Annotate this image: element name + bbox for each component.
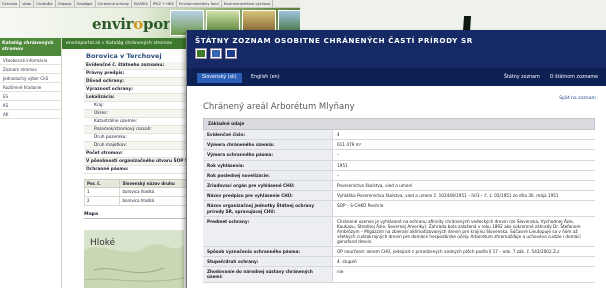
top-link[interactable]: EIA/SEA [132, 0, 151, 7]
top-link[interactable]: Environmentálna výchova [222, 0, 274, 7]
top-link[interactable]: Ovzdušie [34, 0, 56, 7]
info-value: 611 479 m² [337, 142, 362, 148]
property-label: Kraj: [94, 103, 104, 108]
property-label: Druh majetkov: [94, 143, 127, 148]
location-map[interactable]: Hloké [84, 230, 184, 288]
sop-header: ŠTÁTNY ZOZNAM OSOBITNE CHRÁNENÝCH ČASTÍ … [187, 30, 606, 68]
property-label: Výraznosť ochrany: [86, 87, 133, 92]
property-label: Počet stromov: [86, 151, 123, 156]
ministry-logo-icon[interactable] [210, 48, 222, 59]
info-value: Vyhláška Povereníctva školstva, vied a u… [337, 193, 559, 199]
page-title: ŠTÁTNY ZOZNAM OSOBITNE CHRÁNENÝCH ČASTÍ … [195, 36, 473, 45]
info-label: Evidenčné číslo: [203, 130, 333, 140]
info-label: Predmet ochrany: [203, 216, 333, 246]
info-label: Rok vyhlásenia: [203, 160, 333, 170]
info-value: Povereníctvo školstva, vied a umení [337, 183, 413, 189]
property-label: Okres: [94, 111, 108, 116]
table-header: Por. č. [83, 179, 121, 188]
partner-logos [195, 48, 237, 59]
info-label: Názov organizačnej jednotky Štátnej ochr… [203, 201, 333, 216]
info-label: Výmera ochranného pásma: [203, 150, 333, 160]
info-label: Zhodovanie do národnej sústavy chránenýc… [203, 267, 333, 282]
property-label: Katastrálne územie: [94, 119, 138, 124]
basic-info-table: Základné údaje Evidenčné číslo: 4 Výmera … [203, 118, 595, 283]
property-label: Právny predpis: [86, 71, 125, 76]
left-nav-item[interactable]: Rozšírené hľadanie [0, 83, 61, 92]
info-value: 1951 [337, 162, 348, 168]
info-row: Zhodovanie do národnej sústavy chránenýc… [203, 267, 595, 283]
info-row: Stupeň/druh ochrany: 4. stupeň [203, 257, 595, 268]
screenshot-stage: Ochrana Voda Ovzdušie Odpady Geológia Ch… [0, 0, 606, 288]
table-cell: 2 [83, 196, 121, 206]
info-row: Názov predpisu pre vyhlásenie CHÚ: Vyhláš… [203, 191, 595, 202]
info-row: Výmera chráneného územia: 611 479 m² [203, 140, 595, 151]
about-register-link[interactable]: O štátnom zozname [550, 74, 598, 82]
info-value: ŠOP – S-CHKO Ponitrie [337, 203, 384, 209]
top-link[interactable]: Ochrana [0, 0, 21, 7]
info-row: Rok poslednej novelizácie: – [203, 170, 595, 182]
top-link[interactable]: Geológia [75, 0, 96, 7]
info-value: 4 [337, 132, 340, 137]
language-sk-tab[interactable]: Slovenský (sk) [197, 73, 242, 83]
info-value: – [337, 152, 340, 158]
info-value: OP neurčené: okrem CHÚ, jedejúcé z priro… [337, 248, 561, 254]
info-row: Názov organizačnej jednotky Štátnej ochr… [203, 201, 595, 217]
sop-logo-icon[interactable] [195, 48, 207, 59]
area-title: Chránený areál Arborétum Mlyňany [203, 102, 355, 112]
property-label: V pôsobnosti organizačného útvaru ŠOP SR… [86, 159, 194, 164]
left-nav-item[interactable]: Zoznam stromov [0, 65, 61, 74]
left-nav-item[interactable]: Všeobecné informácie [0, 56, 61, 65]
info-value: Chránené územie je vyhlásené na ochranu … [337, 218, 581, 244]
property-label: Lokalizácia: [86, 95, 115, 100]
info-label: Zriaďovací orgán pre vyhlásené CHÚ: [203, 181, 333, 191]
language-en-tab[interactable]: English (en) [247, 74, 284, 82]
info-row: Spôsob vyznačenia ochranného pásma: OP ne… [203, 246, 595, 258]
left-nav-item[interactable]: AK [0, 110, 61, 119]
top-link[interactable]: Environmentálny fond [177, 0, 222, 7]
map-place-label: Hloké [90, 238, 116, 248]
left-nav-item[interactable]: KS [0, 101, 61, 110]
info-label: Rok poslednej novelizácie: [203, 170, 333, 181]
eu-logo-icon[interactable] [225, 48, 237, 59]
top-link[interactable]: IPKZ + HRZ [151, 0, 177, 7]
property-label: Dôvod ochrany: [86, 79, 124, 84]
info-row: Predmet ochrany: Chránené územie je vyhlá… [203, 216, 595, 247]
property-label: Pozemok/stromový rozsah: [94, 127, 152, 132]
left-nav-header: Katalóg chránených stromov [0, 38, 61, 56]
property-label: Evidenčné č. štátneho zoznamu: [86, 63, 165, 68]
table-cell: 1 [83, 187, 121, 197]
info-row: Výmera ochranného pásma: – [203, 150, 595, 161]
left-nav: Katalóg chránených stromov Všeobecné inf… [0, 38, 62, 288]
info-label: Spôsob vyznačenia ochranného pásma: [203, 246, 333, 257]
section-header: Základné údaje [203, 118, 595, 130]
info-value: nie [337, 269, 344, 275]
info-row: Zriaďovací orgán pre vyhlásené CHÚ: Pover… [203, 181, 595, 192]
info-value: 4. stupeň [337, 259, 357, 265]
info-value: – [337, 172, 340, 178]
top-link[interactable]: Voda [20, 0, 35, 7]
top-link[interactable]: Chránené prírody [96, 0, 132, 7]
info-label: Názov predpisu pre vyhlásenie CHÚ: [203, 191, 333, 201]
left-nav-item[interactable]: ES [0, 92, 61, 101]
info-label: Výmera chráneného územia: [203, 140, 333, 150]
property-label: Druh pozemku: [94, 135, 127, 140]
back-to-list-link[interactable]: Späť na zoznam [559, 96, 596, 101]
property-label: Ochranné pásmo: [86, 167, 129, 172]
info-row: Evidenčné číslo: 4 [203, 130, 595, 141]
info-row: Rok vyhlásenia: 1951 [203, 160, 595, 171]
info-label: Stupeň/druh ochrany: [203, 257, 333, 267]
left-nav-item[interactable]: Jednoduchý výber ChS [0, 74, 61, 83]
header-links: Štátny zoznam O štátnom zozname [504, 74, 598, 82]
top-link[interactable]: Odpady [56, 0, 75, 7]
sop-register-window: ŠTÁTNY ZOZNAM OSOBITNE CHRÁNENÝCH ČASTÍ … [186, 30, 606, 288]
top-links-bar: Ochrana Voda Ovzdušie Odpady Geológia Ch… [0, 0, 300, 8]
state-register-link[interactable]: Štátny zoznam [504, 74, 540, 82]
